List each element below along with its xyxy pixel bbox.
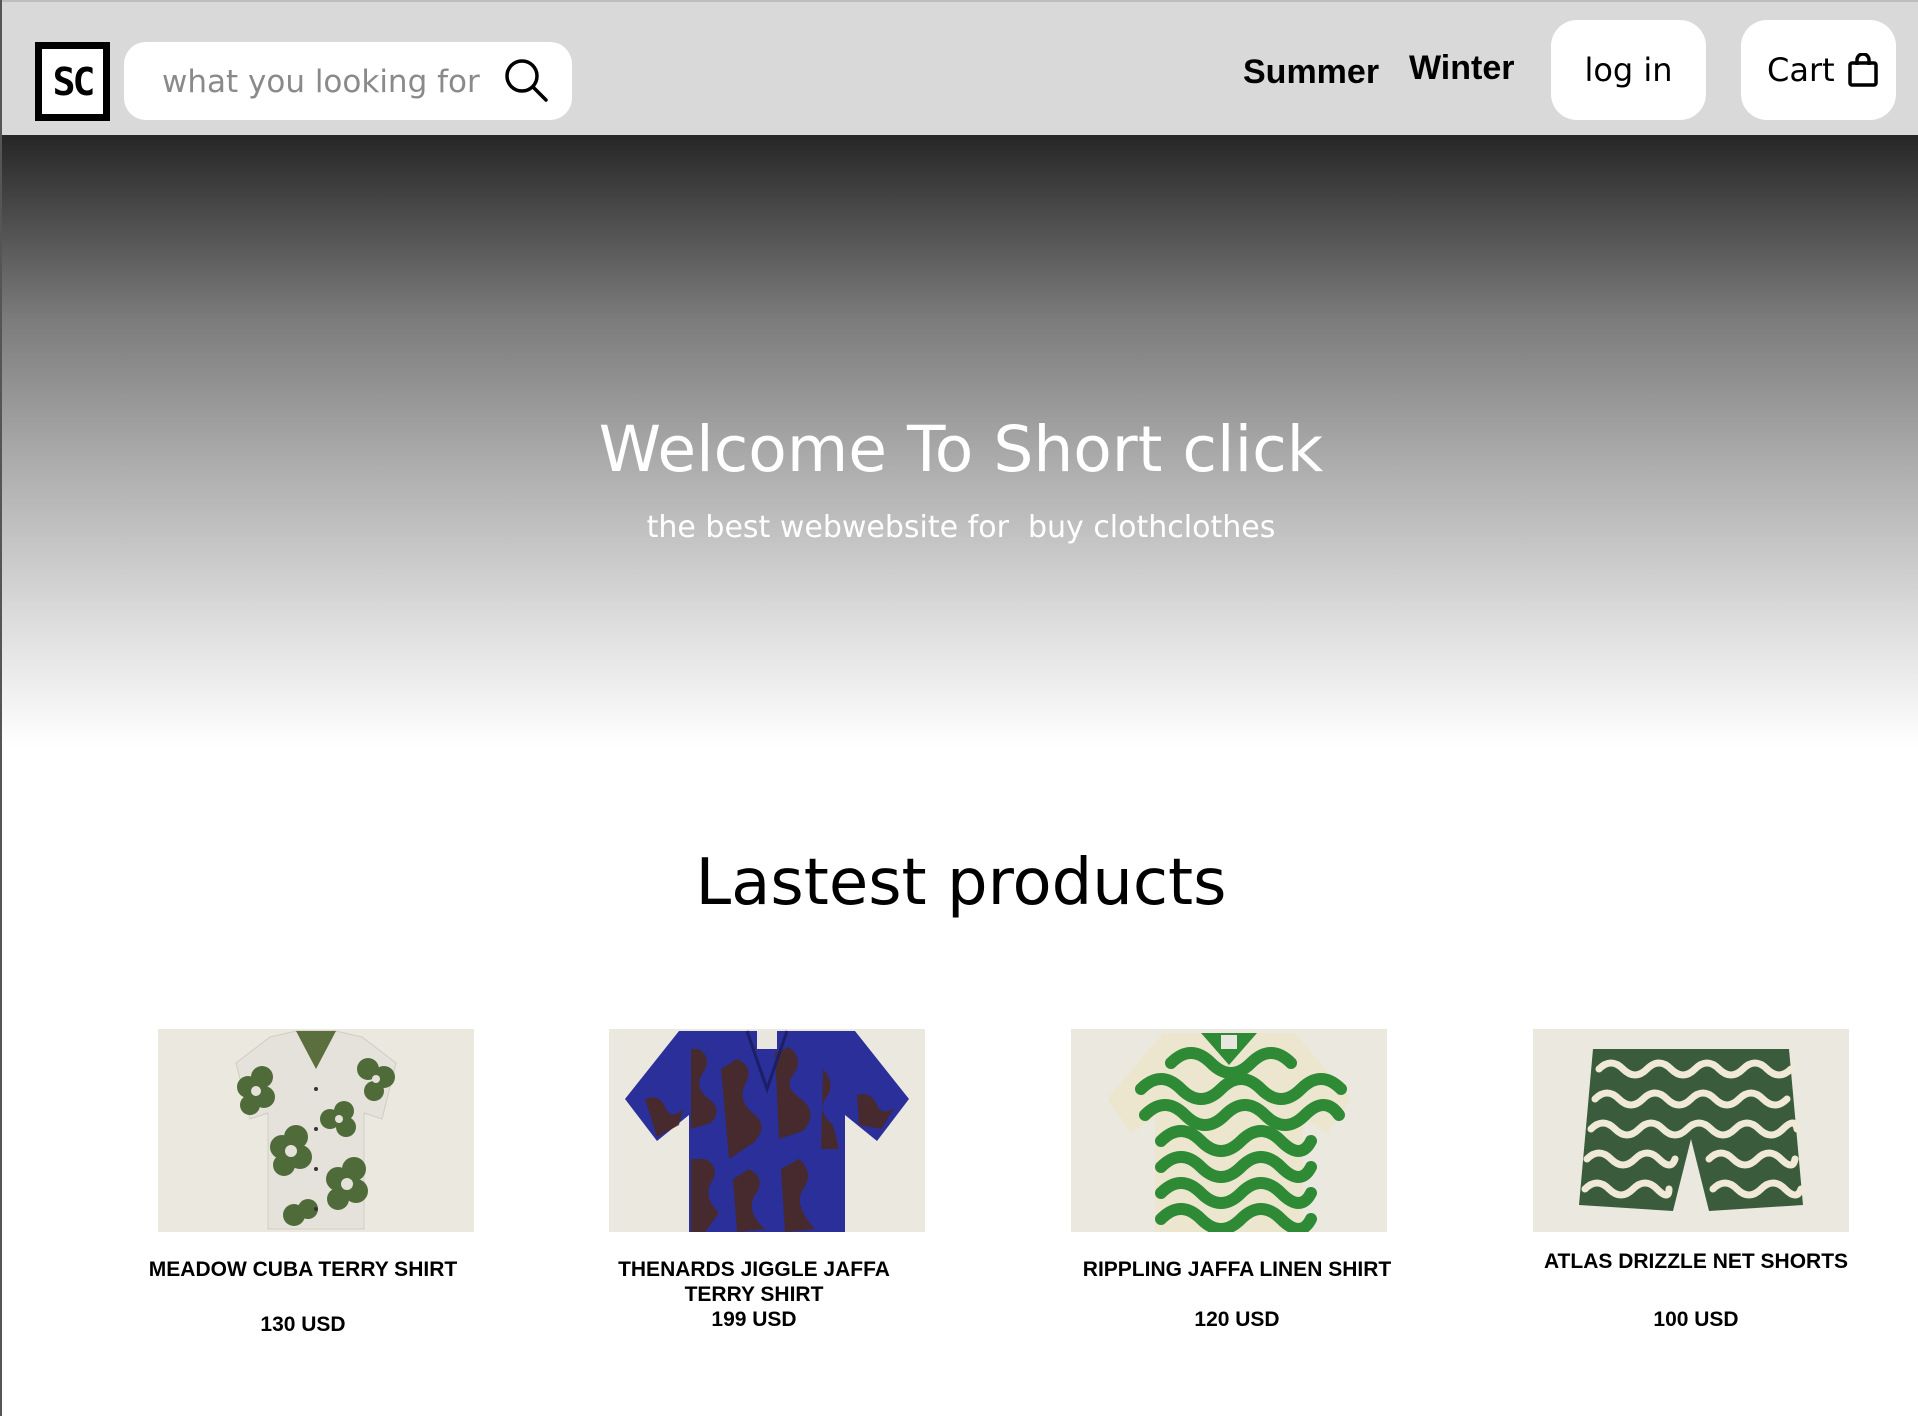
search-box <box>124 42 572 120</box>
product-name[interactable]: ATLAS DRIZZLE NET SHORTS <box>1526 1249 1866 1274</box>
page: SC Summer Winter log in Cart <box>0 0 1918 1416</box>
product-price: 130 USD <box>260 1313 346 1336</box>
product-image-rippling-jaffa-linen-shirt[interactable] <box>1071 1029 1387 1232</box>
hero-banner: Welcome To Short click the best webwebsi… <box>2 135 1918 747</box>
login-button-label: log in <box>1584 51 1673 89</box>
login-button[interactable]: log in <box>1551 20 1706 120</box>
nav-link-summer[interactable]: Summer <box>1243 53 1379 92</box>
shopping-bag-icon <box>1847 53 1879 87</box>
cart-button-label: Cart <box>1767 51 1835 89</box>
product-price: 100 USD <box>1653 1308 1739 1331</box>
product-price: 120 USD <box>1194 1308 1280 1331</box>
product-name[interactable]: THENARDS JIGGLE JAFFA TERRY SHIRT <box>584 1257 924 1307</box>
product-name[interactable]: MEADOW CUBA TERRY SHIRT <box>133 1257 473 1282</box>
cart-button[interactable]: Cart <box>1741 20 1896 120</box>
top-navigation-bar: SC Summer Winter log in Cart <box>2 0 1918 135</box>
logo-text: SC <box>52 59 96 104</box>
product-name[interactable]: RIPPLING JAFFA LINEN SHIRT <box>1067 1257 1407 1282</box>
product-price: 199 USD <box>711 1308 797 1331</box>
product-image-atlas-drizzle-net-shorts[interactable] <box>1533 1029 1849 1232</box>
hero-title: Welcome To Short click <box>598 413 1324 486</box>
product-image-thenards-jiggle-jaffa-terry-shirt[interactable] <box>609 1029 925 1232</box>
latest-products-heading: Lastest products <box>695 846 1227 920</box>
site-logo[interactable]: SC <box>35 42 110 121</box>
product-image-meadow-cuba-terry-shirt[interactable] <box>158 1029 474 1232</box>
nav-link-winter[interactable]: Winter <box>1409 49 1514 88</box>
search-input[interactable] <box>160 56 484 108</box>
hero-subtitle: the best webwebsite for buy clothclothes <box>646 510 1276 545</box>
search-icon[interactable] <box>502 56 550 104</box>
